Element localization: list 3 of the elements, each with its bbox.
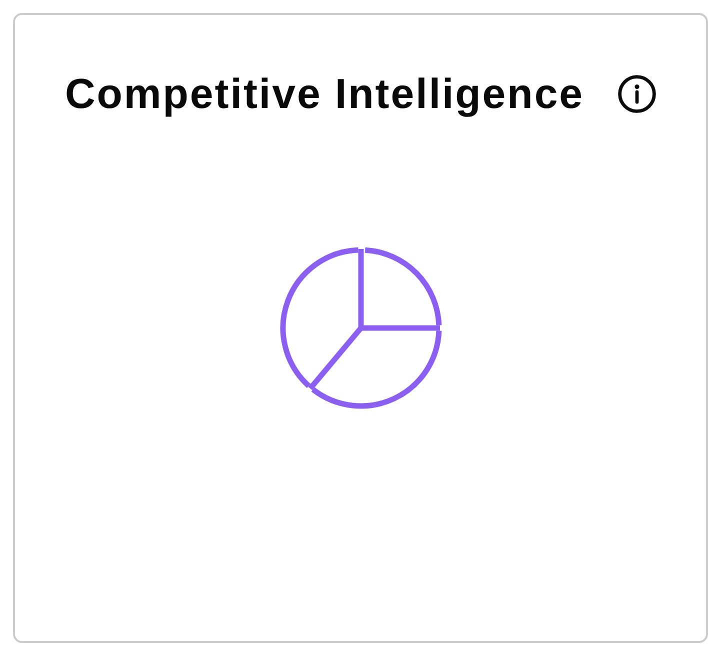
info-icon[interactable]: [618, 75, 656, 113]
card-title: Competitive Intelligence: [64, 70, 584, 118]
pie-chart-icon: [278, 245, 444, 411]
